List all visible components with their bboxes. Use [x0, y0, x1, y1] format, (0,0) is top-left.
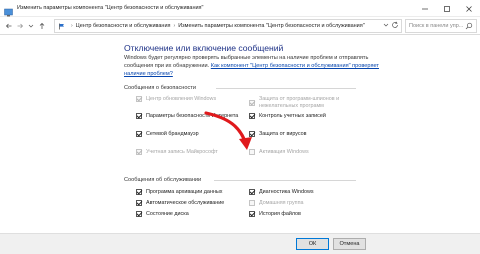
checkbox-network-firewall[interactable]: Сетевой брандмауэр	[136, 131, 199, 137]
chevron-right-icon: ›	[71, 23, 73, 29]
checkbox-label: Центр обновления Windows	[146, 96, 217, 102]
page-title: Отключение или включение сообщений	[124, 43, 284, 53]
breadcrumb-item[interactable]: Центр безопасности и обслуживания	[76, 23, 171, 29]
checkbox[interactable]	[136, 211, 142, 217]
checkbox-label: Программа архивации данных	[146, 189, 223, 195]
checkbox-label: Сетевой брандмауэр	[146, 131, 199, 137]
chevron-right-icon: ›	[173, 23, 176, 29]
chevron-down-icon[interactable]	[383, 22, 389, 30]
checkbox-label: Защита от вирусов	[259, 131, 307, 137]
checkbox[interactable]	[136, 200, 142, 206]
checkbox[interactable]	[136, 149, 142, 155]
checkbox-label: Активация Windows	[259, 149, 309, 155]
checkbox-automatic-maintenance[interactable]: Автоматическое обслуживание	[136, 200, 224, 206]
checkbox[interactable]	[249, 100, 255, 106]
ok-button[interactable]: ОК	[296, 238, 329, 250]
window-title: Изменить параметры компонента "Центр без…	[17, 5, 204, 11]
breadcrumb-item[interactable]: Изменить параметры компонента "Центр без…	[178, 23, 364, 29]
section-divider	[214, 180, 356, 181]
checkbox-label: Учетная запись Майкрософт	[146, 149, 218, 155]
flag-icon	[58, 23, 65, 30]
checkbox-homegroup[interactable]: Домашняя группа	[249, 200, 304, 206]
up-arrow-icon[interactable]	[36, 19, 47, 33]
security-heading: Сообщения о безопасности	[124, 85, 196, 91]
content-area: Отключение или включение сообщений Windo…	[0, 35, 480, 233]
checkbox-backup[interactable]: Программа архивации данных	[136, 189, 222, 195]
refresh-icon[interactable]	[391, 21, 399, 31]
close-button[interactable]	[458, 0, 480, 17]
checkbox[interactable]	[136, 131, 142, 137]
checkbox-label: Защита от программ-шпионов и нежелательн…	[259, 96, 340, 109]
search-icon[interactable]	[465, 22, 473, 32]
title-bar: Изменить параметры компонента "Центр без…	[0, 0, 480, 17]
button-bar: ОК Отмена	[0, 233, 480, 254]
breadcrumb[interactable]: › Центр безопасности и обслуживания › Из…	[54, 19, 402, 33]
checkbox-internet-security[interactable]: Параметры безопасности Интернета	[136, 113, 238, 119]
checkbox-label: Контроль учетных записей	[259, 113, 326, 119]
checkbox-label: Параметры безопасности Интернета	[146, 113, 239, 119]
checkbox[interactable]	[136, 113, 142, 119]
address-bar: › Центр безопасности и обслуживания › Из…	[0, 17, 480, 35]
checkbox-label: Состояние диска	[146, 211, 189, 217]
checkbox[interactable]	[249, 149, 255, 155]
checkbox-windows-update[interactable]: Центр обновления Windows	[136, 96, 216, 102]
checkbox-drive-status[interactable]: Состояние диска	[136, 211, 189, 217]
checkbox-label: История файлов	[259, 211, 301, 217]
checkbox[interactable]	[249, 189, 255, 195]
search-input[interactable]: Поиск в панели упр...	[405, 19, 477, 33]
forward-arrow-icon[interactable]	[14, 19, 25, 33]
checkbox[interactable]	[249, 113, 255, 119]
search-placeholder: Поиск в панели упр...	[409, 23, 464, 29]
control-panel-icon	[4, 4, 13, 16]
checkbox-spyware-protection[interactable]: Защита от программ-шпионов и нежелательн…	[249, 96, 349, 110]
checkbox[interactable]	[136, 189, 142, 195]
checkbox-user-account-control[interactable]: Контроль учетных записей	[249, 113, 326, 119]
checkbox-windows-activation[interactable]: Активация Windows	[249, 149, 309, 155]
checkbox-windows-diagnostics[interactable]: Диагностика Windows	[249, 189, 314, 195]
checkbox[interactable]	[136, 96, 142, 102]
checkbox-label: Диагностика Windows	[259, 189, 314, 195]
back-arrow-icon[interactable]	[3, 19, 14, 33]
dialog-window: Изменить параметры компонента "Центр без…	[0, 0, 480, 254]
section-divider	[216, 88, 356, 89]
checkbox-label: Домашняя группа	[259, 200, 304, 206]
cancel-button[interactable]: Отмена	[333, 238, 366, 250]
minimize-button[interactable]	[414, 0, 436, 17]
maximize-button[interactable]	[436, 0, 458, 17]
maintenance-heading: Сообщения об обслуживании	[124, 177, 202, 183]
checkbox-label: Автоматическое обслуживание	[146, 200, 225, 206]
page-description: Windows будет регулярно проверять выбран…	[124, 54, 384, 78]
checkbox-file-history[interactable]: История файлов	[249, 211, 301, 217]
checkbox[interactable]	[249, 211, 255, 217]
checkbox[interactable]	[249, 131, 255, 137]
checkbox[interactable]	[249, 200, 255, 206]
recent-dropdown-icon[interactable]	[25, 19, 36, 33]
checkbox-virus-protection[interactable]: Защита от вирусов	[249, 131, 307, 137]
checkbox-microsoft-account[interactable]: Учетная запись Майкрософт	[136, 149, 218, 155]
